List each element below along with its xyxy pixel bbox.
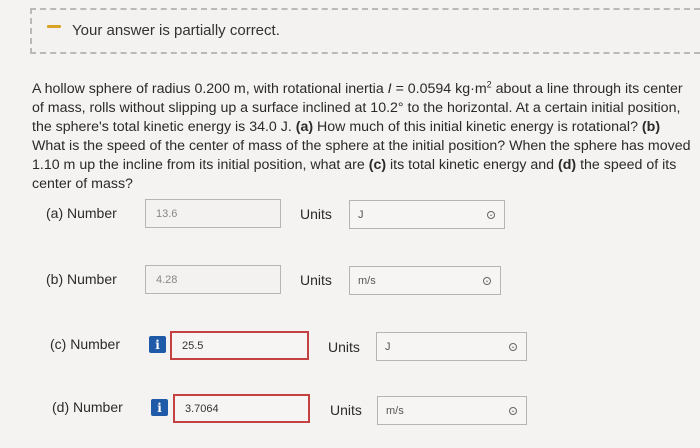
answer-d-units-select[interactable]: m/s ⌄: [377, 396, 527, 425]
feedback-banner: Your answer is partially correct.: [30, 8, 700, 54]
answer-c-units-select[interactable]: J ⌄: [376, 332, 527, 361]
chevron-down-icon: ⌄: [509, 407, 517, 415]
answer-b-label: (b) Number: [46, 271, 117, 287]
answer-b-units-select[interactable]: m/s ⌄: [349, 266, 501, 295]
answer-a-units-label: Units: [300, 206, 332, 222]
answer-b-unit-value: m/s: [358, 274, 376, 287]
answer-d-label: (d) Number: [52, 399, 123, 415]
answer-d-number-input[interactable]: 3.7064: [173, 394, 310, 423]
answer-a-label: (a) Number: [46, 205, 117, 221]
info-icon[interactable]: i: [151, 399, 168, 416]
answer-d-unit-value: m/s: [386, 404, 404, 417]
chevron-down-icon: ⌄: [487, 211, 495, 219]
answer-c-unit-value: J: [385, 340, 391, 353]
answer-a-units-select[interactable]: J ⌄: [349, 200, 505, 229]
answer-b-units-label: Units: [300, 272, 332, 288]
answer-d-units-label: Units: [330, 402, 362, 418]
chevron-down-icon: ⌄: [509, 343, 517, 351]
answer-b-number-input[interactable]: 4.28: [145, 265, 281, 294]
partial-indicator-icon: [47, 25, 61, 28]
answer-c-label: (c) Number: [50, 336, 121, 352]
info-icon[interactable]: i: [149, 336, 166, 353]
answer-c-number-input[interactable]: 25.5: [170, 331, 309, 360]
answer-c-units-label: Units: [328, 339, 360, 355]
question-text: A hollow sphere of radius 0.200 m, with …: [32, 79, 691, 192]
chevron-down-icon: ⌄: [483, 277, 491, 285]
feedback-message: Your answer is partially correct.: [72, 22, 280, 39]
answer-a-number-input[interactable]: 13.6: [145, 199, 281, 228]
answer-a-unit-value: J: [358, 208, 364, 221]
